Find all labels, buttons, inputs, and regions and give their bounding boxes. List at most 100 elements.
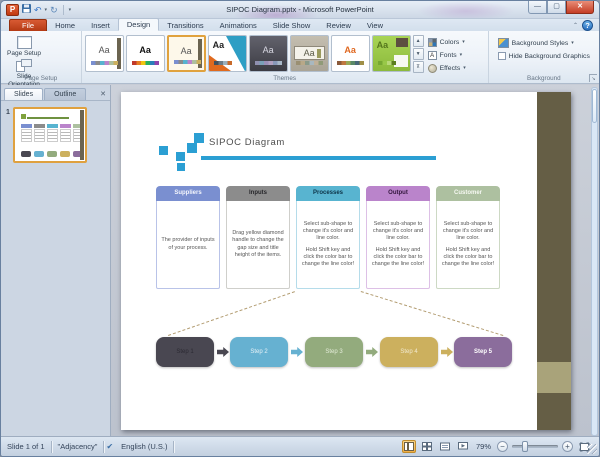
- theme-thumb-aspect[interactable]: Aa: [330, 35, 370, 72]
- theme-thumb-angles[interactable]: Aa: [207, 35, 247, 72]
- step-4[interactable]: Step 4: [380, 337, 438, 367]
- gallery-scroll-down-icon[interactable]: ▼: [412, 48, 424, 60]
- hide-background-graphics-option[interactable]: Hide Background Graphics: [497, 52, 595, 60]
- dashed-connector-left: [168, 291, 295, 336]
- sipoc-column-suppliers[interactable]: Suppliers The provider of inputs of your…: [156, 186, 220, 289]
- minimize-ribbon-icon[interactable]: ⌃: [573, 22, 578, 29]
- close-button[interactable]: ✕: [566, 1, 594, 14]
- tab-insert[interactable]: Insert: [83, 20, 118, 31]
- tab-slides[interactable]: Slides: [4, 88, 44, 100]
- sipoc-column-inputs[interactable]: Inputs Drag yellow diamond handle to cha…: [226, 186, 290, 289]
- spellcheck-icon[interactable]: ✔: [104, 442, 115, 451]
- vertical-scrollbar[interactable]: [591, 87, 598, 436]
- background-styles-icon: [497, 38, 509, 48]
- pane-close-icon[interactable]: ✕: [100, 90, 106, 100]
- slide-side-stripe: [537, 92, 571, 430]
- sipoc-column-customer[interactable]: Customer Select sub-shape to change it's…: [436, 186, 500, 289]
- resize-grip[interactable]: [587, 444, 597, 454]
- step-2[interactable]: Step 2: [230, 337, 288, 367]
- tab-transitions[interactable]: Transitions: [159, 20, 211, 31]
- tabrow-right-icons: ⌃ ?: [573, 20, 593, 31]
- normal-view-icon[interactable]: [401, 440, 416, 453]
- tab-file[interactable]: File: [9, 19, 48, 31]
- colors-button[interactable]: Colors ▾: [427, 36, 486, 48]
- slide-thumbnail-number: 1: [6, 109, 10, 116]
- slide-title[interactable]: SIPOC Diagram: [209, 137, 285, 148]
- theme-thumb-apex[interactable]: Aa: [248, 35, 288, 72]
- theme-thumb-apothecary[interactable]: Aa: [289, 35, 329, 72]
- page-setup-label: Page Setup: [7, 50, 41, 57]
- effects-button[interactable]: Effects ▾: [427, 62, 486, 74]
- slide-sorter-view-icon[interactable]: [420, 440, 434, 453]
- title-square-icon: [176, 152, 185, 161]
- statusbar-separator: [173, 440, 175, 453]
- dashed-connector-right: [360, 291, 504, 337]
- background-styles-button[interactable]: Background Styles ▾: [497, 38, 595, 48]
- background-styles-label: Background Styles: [511, 39, 569, 47]
- column-header: Customer: [436, 186, 500, 201]
- zoom-level[interactable]: 79%: [474, 442, 493, 451]
- column-body-text: Hold Shift key and click the color bar t…: [371, 246, 425, 267]
- step-3[interactable]: Step 3: [305, 337, 363, 367]
- minimize-button[interactable]: —: [528, 1, 547, 14]
- title-square-icon: [187, 143, 197, 153]
- colors-icon: [427, 37, 437, 47]
- fonts-caret: ▾: [459, 52, 463, 58]
- colors-caret: ▾: [462, 39, 465, 45]
- tab-view[interactable]: View: [359, 20, 391, 31]
- gallery-scroll-up-icon[interactable]: ▲: [412, 35, 424, 47]
- column-body-text: Hold Shift key and click the color bar t…: [441, 246, 495, 267]
- gallery-more-icon[interactable]: ⊼: [412, 61, 424, 73]
- group-page-setup: Page Setup Slide Orientation ▾ Page Setu…: [1, 31, 82, 95]
- title-underline: [201, 156, 436, 160]
- theme-thumb-current[interactable]: Aa: [84, 35, 124, 72]
- column-header: Suppliers: [156, 186, 220, 201]
- slide[interactable]: SIPOC Diagram Suppliers The provider of …: [121, 92, 571, 430]
- effects-label: Effects: [439, 64, 461, 72]
- tab-animations[interactable]: Animations: [212, 20, 265, 31]
- scrollbar-thumb[interactable]: [592, 89, 597, 123]
- step-arrow-icon: [291, 347, 303, 357]
- reading-view-icon[interactable]: [438, 440, 452, 453]
- sipoc-column-output[interactable]: Output Select sub-shape to change it's c…: [366, 186, 430, 289]
- group-themes: Aa Aa Aa Aa Aa Aa Aa Aa ▲ ▼ ⊼ Colors ▾ A…: [82, 31, 489, 83]
- column-body-text: Select sub-shape to change it's color an…: [372, 221, 424, 242]
- theme-thumb-adjacency-selected[interactable]: Aa: [166, 35, 206, 72]
- slide-thumbnail[interactable]: [12, 107, 87, 163]
- step-arrow-icon: [441, 347, 453, 357]
- statusbar-right: 79% − +: [401, 440, 599, 453]
- hide-background-graphics-checkbox[interactable]: [497, 52, 506, 60]
- tab-outline[interactable]: Outline: [44, 88, 87, 100]
- fonts-icon: A: [427, 50, 437, 60]
- status-bar: Slide 1 of 1 "Adjacency" ✔ English (U.S.…: [1, 436, 599, 456]
- column-body-text: The provider of inputs of your process.: [161, 237, 215, 251]
- slide-show-view-icon[interactable]: [456, 440, 470, 453]
- language-indicator[interactable]: English (U.S.): [115, 442, 173, 451]
- step-1[interactable]: Step 1: [156, 337, 214, 367]
- tab-home[interactable]: Home: [47, 20, 83, 31]
- theme-thumb-austin[interactable]: Aa: [371, 35, 411, 72]
- zoom-in-icon[interactable]: +: [562, 441, 573, 452]
- help-icon[interactable]: ?: [582, 20, 593, 31]
- background-group-label: Background: [527, 75, 561, 82]
- column-body-text: Hold Shift key and click the color bar t…: [301, 246, 355, 267]
- zoom-slider[interactable]: [512, 441, 558, 452]
- group-background: Background Styles ▾ Hide Background Grap…: [489, 31, 599, 83]
- themes-gallery: Aa Aa Aa Aa Aa Aa Aa Aa: [84, 34, 411, 74]
- fonts-button[interactable]: A Fonts ▾: [427, 49, 486, 61]
- tab-slide-show[interactable]: Slide Show: [265, 20, 319, 31]
- maximize-button[interactable]: ▢: [547, 1, 566, 14]
- themes-group-label: Themes: [273, 75, 296, 82]
- column-header: Processes: [296, 186, 360, 201]
- background-styles-caret: ▾: [571, 40, 574, 46]
- page-setup-button[interactable]: Page Setup: [4, 34, 44, 57]
- theme-name[interactable]: "Adjacency": [52, 442, 104, 451]
- sipoc-column-processes[interactable]: Processes Select sub-shape to change it'…: [296, 186, 360, 289]
- theme-thumb-office[interactable]: Aa: [125, 35, 165, 72]
- background-dialog-launcher-icon[interactable]: ↘: [589, 74, 597, 82]
- zoom-out-icon[interactable]: −: [497, 441, 508, 452]
- tab-review[interactable]: Review: [318, 20, 359, 31]
- step-5[interactable]: Step 5: [454, 337, 512, 367]
- tab-design[interactable]: Design: [117, 18, 160, 31]
- zoom-slider-thumb[interactable]: [522, 441, 528, 452]
